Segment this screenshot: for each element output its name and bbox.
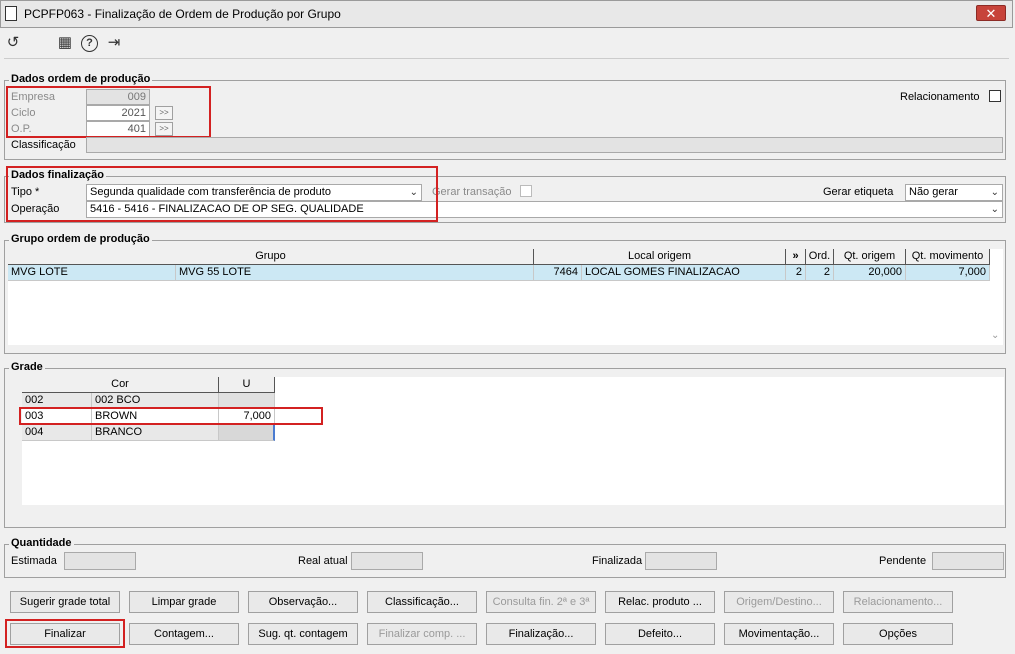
pendente-label: Pendente	[879, 555, 927, 567]
classificacao-button[interactable]: Classificação...	[367, 591, 477, 613]
classificacao-label: Classificação	[11, 139, 76, 151]
grade-code-cell: 004	[22, 425, 92, 441]
contagem-button[interactable]: Contagem...	[129, 623, 239, 645]
sugerir-grade-total-button[interactable]: Sugerir grade total	[10, 591, 120, 613]
real-atual-label: Real atual	[298, 555, 348, 567]
consulta-fin-button[interactable]: Consulta fin. 2ª e 3ª	[486, 591, 596, 613]
calendar-icon[interactable]: ▦	[56, 34, 74, 52]
scroll-down-icon[interactable]: ⌄	[991, 330, 999, 341]
chevron-down-icon: ⌄	[990, 187, 999, 198]
grade-u-cell[interactable]	[219, 425, 275, 441]
finalizada-label: Finalizada	[592, 555, 643, 567]
gerar-etiqueta-select[interactable]: Não gerar ⌄	[905, 184, 1003, 201]
grid-header-more[interactable]: »	[786, 249, 806, 265]
relacionamento-checkbox[interactable]	[989, 90, 1001, 102]
grid-header-local-origem[interactable]: Local origem	[534, 249, 786, 265]
quantidade-group	[4, 544, 1006, 578]
chevron-down-icon: ⌄	[990, 204, 999, 215]
classificacao-field	[86, 137, 1003, 153]
highlight-box-finalizacao	[6, 166, 438, 222]
grade-title: Grade	[9, 361, 45, 373]
finalizar-comp-button[interactable]: Finalizar comp. ...	[367, 623, 477, 645]
exit-icon[interactable]: ⇥	[105, 34, 123, 52]
finalizada-field	[645, 552, 717, 570]
ord-cell: 2	[806, 265, 834, 281]
qt-movimento-cell[interactable]: 7,000	[906, 265, 990, 281]
opcoes-button[interactable]: Opções	[843, 623, 953, 645]
estimada-field	[64, 552, 136, 570]
highlight-box-grade	[19, 407, 323, 425]
highlight-box-ordem	[6, 86, 211, 138]
grid-header-ord[interactable]: Ord.	[806, 249, 834, 265]
relac-produto-button[interactable]: Relac. produto ...	[605, 591, 715, 613]
gerar-etiqueta-value: Não gerar	[909, 186, 958, 198]
local-code-cell: 7464	[534, 265, 582, 281]
help-icon[interactable]: ?	[81, 35, 98, 52]
real-atual-field	[351, 552, 423, 570]
defeito-button[interactable]: Defeito...	[605, 623, 715, 645]
movimentacao-button[interactable]: Movimentação...	[724, 623, 834, 645]
qt-origem-cell: 20,000	[834, 265, 906, 281]
grid-header-qt-origem[interactable]: Qt. origem	[834, 249, 906, 265]
relacionamento-label: Relacionamento	[900, 91, 980, 103]
refresh-icon[interactable]: ↺	[4, 34, 22, 52]
finalizacao-button[interactable]: Finalização...	[486, 623, 596, 645]
sug-qt-contagem-button[interactable]: Sug. qt. contagem	[248, 623, 358, 645]
quantidade-title: Quantidade	[9, 537, 74, 549]
grid-header-grupo[interactable]: Grupo	[8, 249, 534, 265]
grupo-desc-cell: MVG 55 LOTE	[176, 265, 534, 281]
close-button[interactable]: ✕	[976, 5, 1006, 21]
gerar-transacao-label: Gerar transação	[432, 186, 512, 198]
gerar-etiqueta-label: Gerar etiqueta	[823, 186, 894, 198]
relacionamento-button[interactable]: Relacionamento...	[843, 591, 953, 613]
observacao-button[interactable]: Observação...	[248, 591, 358, 613]
local-desc-cell: LOCAL GOMES FINALIZACAO	[582, 265, 786, 281]
limpar-grade-button[interactable]: Limpar grade	[129, 591, 239, 613]
grupo-code-cell: MVG LOTE	[8, 265, 176, 281]
app-icon	[5, 6, 17, 21]
grade-cor-cell: BRANCO	[92, 425, 219, 441]
grade-header-u[interactable]: U	[219, 377, 275, 393]
origem-destino-button[interactable]: Origem/Destino...	[724, 591, 834, 613]
toolbar-divider	[4, 58, 1009, 59]
gerar-transacao-checkbox[interactable]	[520, 185, 532, 197]
grupo-ordem-title: Grupo ordem de produção	[9, 233, 152, 245]
grid-header-qt-movimento[interactable]: Qt. movimento	[906, 249, 990, 265]
grade-header-cor[interactable]: Cor	[22, 377, 219, 393]
more-cell: 2	[786, 265, 806, 281]
highlight-box-finalizar	[5, 619, 125, 648]
pendente-field	[932, 552, 1004, 570]
window-title: PCPFP063 - Finalização de Ordem de Produ…	[24, 7, 341, 21]
estimada-label: Estimada	[11, 555, 57, 567]
dados-ordem-title: Dados ordem de produção	[9, 73, 153, 85]
